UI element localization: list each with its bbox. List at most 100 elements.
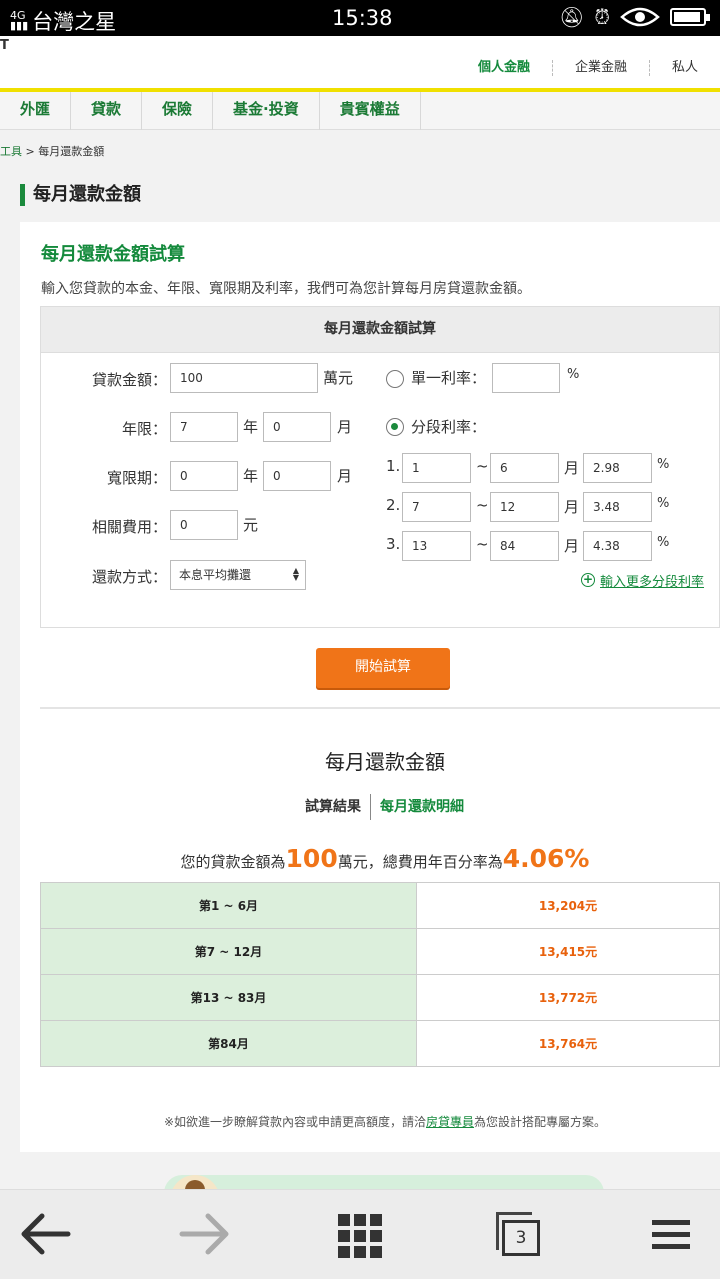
section-divider xyxy=(40,707,720,709)
summary-middle: 萬元，總費用年百分率為 xyxy=(337,853,503,871)
tier-1-from-input[interactable]: 1 xyxy=(402,453,471,483)
tab-calculation-result[interactable]: 試算結果 xyxy=(296,794,371,820)
loan-amount-unit: 萬元 xyxy=(323,369,354,387)
period-cell: 第7 ~ 12月 xyxy=(40,928,417,975)
tiered-rate-radio[interactable] xyxy=(386,418,404,436)
nav-vip-benefits[interactable]: 貴賓權益 xyxy=(320,92,421,130)
segment-tabs: 個人金融 企業金融 私人 xyxy=(456,60,720,101)
tab-monthly-detail[interactable]: 每月還款明細 xyxy=(371,794,473,820)
tabs-switcher-button[interactable]: 3 xyxy=(496,1212,540,1256)
term-label: 年限： xyxy=(121,420,167,438)
mortgage-specialist-link[interactable]: 房貸專員 xyxy=(426,1115,474,1129)
tier-2-tilde: ~ xyxy=(476,496,489,514)
grace-period-label: 寬限期： xyxy=(106,469,167,487)
menu-icon[interactable] xyxy=(652,1220,690,1250)
fees-unit: 元 xyxy=(243,516,259,534)
eye-icon xyxy=(620,7,660,27)
amount-cell: 13,204元 xyxy=(416,882,720,929)
term-months-input[interactable]: 0 xyxy=(263,412,331,442)
tier-3-from-input[interactable]: 13 xyxy=(402,531,471,561)
signal-icon: 4G ▮▮▮ xyxy=(10,9,29,32)
footnote: ※如欲進一步瞭解貸款內容或申請更高額度，請洽房貸專員為您設計搭配專屬方案。 xyxy=(20,1113,720,1130)
result-summary: 您的貸款金額為100萬元，總費用年百分率為4.06% xyxy=(20,844,720,873)
footnote-suffix: 為您設計搭配專屬方案。 xyxy=(474,1115,607,1129)
select-arrows-icon: ▲ ▼ xyxy=(292,566,299,582)
payment-table: 第1 ~ 6月 13,204元 第7 ~ 12月 13,415元 第13 ~ 8… xyxy=(40,882,720,1067)
calculator-form: 每月還款金額試算 貸款金額： 100 萬元 年限： 7 年 0 月 寬限期： 0… xyxy=(40,306,720,628)
single-rate-radio[interactable] xyxy=(386,370,404,388)
footnote-prefix: ※如欲進一步瞭解貸款內容或申請更高額度，請洽 xyxy=(163,1115,427,1129)
tier-1-tilde: ~ xyxy=(476,457,489,475)
table-row: 第7 ~ 12月 13,415元 xyxy=(40,928,720,975)
amount-cell: 13,415元 xyxy=(416,928,720,975)
tab-personal-banking[interactable]: 個人金融 xyxy=(456,60,552,101)
repayment-method-value: 本息平均攤還 xyxy=(179,568,252,582)
tier-3-month-unit: 月 xyxy=(564,537,580,555)
page-title: 每月還款金額 xyxy=(20,184,141,206)
term-years-input[interactable]: 7 xyxy=(170,412,238,442)
tiered-rate-label: 分段利率： xyxy=(411,418,487,436)
loan-amount-input[interactable]: 100 xyxy=(170,363,318,393)
tier-3-to-input[interactable]: 84 xyxy=(490,531,559,561)
start-calculation-button[interactable]: 開始試算 xyxy=(316,648,450,688)
calculator-description: 輸入您貸款的本金、年限、寬限期及利率，我們可為您計算每月房貸還款金額。 xyxy=(41,281,531,297)
tab-private-banking[interactable]: 私人 xyxy=(648,60,720,76)
alarm-icon: ⏰︎ xyxy=(594,5,610,29)
fees-input[interactable]: 0 xyxy=(170,510,238,540)
tier-1-rate-input[interactable]: 2.98 xyxy=(583,453,652,483)
tier-2-number: 2. xyxy=(386,496,401,514)
apps-grid-icon[interactable] xyxy=(338,1214,382,1258)
tab-count: 3 xyxy=(502,1220,540,1256)
repayment-method-select[interactable]: 本息平均攤還 ▲ ▼ xyxy=(170,560,306,590)
grace-months-input[interactable]: 0 xyxy=(263,461,331,491)
table-row: 第13 ~ 83月 13,772元 xyxy=(40,974,720,1021)
result-title: 每月還款金額 xyxy=(325,750,445,774)
breadcrumb-separator: > xyxy=(25,145,35,158)
tier-2-month-unit: 月 xyxy=(564,498,580,516)
tab-corporate-banking[interactable]: 企業金融 xyxy=(551,60,649,76)
nav-loans[interactable]: 貸款 xyxy=(71,92,143,130)
status-bar: 4G ▮▮▮ 台灣之星 15:38 🔕︎ ⏰︎ xyxy=(0,0,720,36)
nav-funds-investment[interactable]: 基金·投資 xyxy=(213,92,320,130)
battery-icon xyxy=(670,8,710,26)
period-cell: 第1 ~ 6月 xyxy=(40,882,417,929)
browser-toolbar: 3 xyxy=(0,1189,720,1279)
term-years-unit: 年 xyxy=(243,418,259,436)
tier-1-number: 1. xyxy=(386,457,401,475)
tier-2-to-input[interactable]: 12 xyxy=(490,492,559,522)
amount-cell: 13,764元 xyxy=(416,1020,720,1067)
breadcrumb-current: 每月還款金額 xyxy=(38,145,105,158)
grace-years-unit: 年 xyxy=(243,467,259,485)
breadcrumb-tools-link[interactable]: 工具 xyxy=(0,145,22,158)
term-months-unit: 月 xyxy=(337,418,353,436)
period-cell: 第13 ~ 83月 xyxy=(40,974,417,1021)
loan-amount-label: 貸款金額： xyxy=(91,371,167,389)
tier-2-rate-input[interactable]: 3.48 xyxy=(583,492,652,522)
nav-insurance[interactable]: 保險 xyxy=(142,92,214,130)
forward-arrow-icon[interactable] xyxy=(178,1210,230,1258)
logo[interactable]: T xyxy=(0,38,9,53)
fees-label: 相關費用： xyxy=(91,518,167,536)
grace-months-unit: 月 xyxy=(337,467,353,485)
summary-loan-amount: 100 xyxy=(285,844,338,873)
tier-2-from-input[interactable]: 7 xyxy=(402,492,471,522)
table-row: 第1 ~ 6月 13,204元 xyxy=(40,882,720,929)
tier-3-pct-unit: % xyxy=(657,535,670,550)
back-arrow-icon[interactable] xyxy=(20,1210,72,1258)
category-nav: 外匯 貸款 保險 基金·投資 貴賓權益 xyxy=(0,92,720,130)
grace-years-input[interactable]: 0 xyxy=(170,461,238,491)
nav-forex[interactable]: 外匯 xyxy=(0,92,72,130)
add-circle-icon[interactable]: + xyxy=(581,573,595,587)
tier-2-pct-unit: % xyxy=(657,496,670,511)
single-rate-input[interactable] xyxy=(492,363,560,393)
bell-off-icon: 🔕︎ xyxy=(559,5,585,29)
tier-3-number: 3. xyxy=(386,535,401,553)
site-header: T 個人金融 企業金融 私人 xyxy=(0,36,720,101)
more-tiered-rates-link[interactable]: 輸入更多分段利率 xyxy=(600,571,704,590)
breadcrumb: 工具 > 每月還款金額 xyxy=(0,143,104,159)
tier-1-to-input[interactable]: 6 xyxy=(490,453,559,483)
tier-3-rate-input[interactable]: 4.38 xyxy=(583,531,652,561)
single-rate-label: 單一利率： xyxy=(411,369,487,387)
clock: 15:38 xyxy=(332,6,393,30)
tier-1-pct-unit: % xyxy=(657,457,670,472)
